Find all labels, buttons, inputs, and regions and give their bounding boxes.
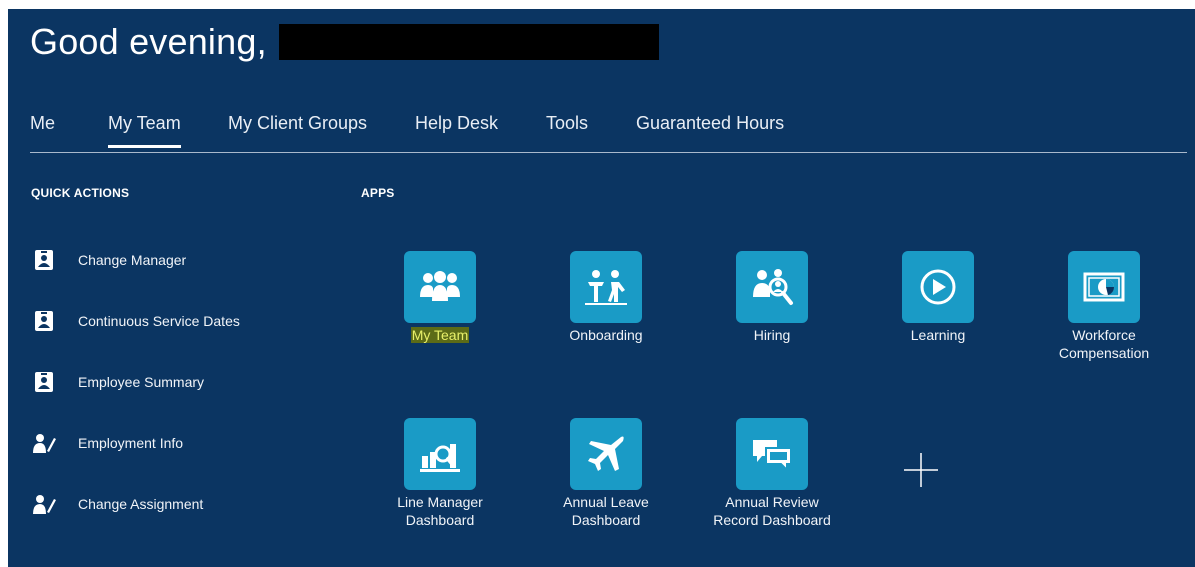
badge-icon: [32, 309, 56, 333]
app-annual-leave-dashboard[interactable]: Annual Leave Dashboard: [521, 418, 691, 529]
person-edit-icon: [32, 492, 56, 516]
app-workforce-compensation[interactable]: Workforce Compensation: [1019, 251, 1189, 362]
quick-action-label: Employee Summary: [78, 374, 205, 390]
app-my-team[interactable]: My Team: [355, 251, 525, 344]
app-label: Onboarding: [569, 327, 643, 343]
play-icon: [902, 251, 974, 323]
app-label-line: Record Dashboard: [713, 512, 831, 528]
compensation-icon: [1068, 251, 1140, 323]
dashboard-icon: [404, 418, 476, 490]
app-label-line: Compensation: [1058, 345, 1150, 361]
tab-me[interactable]: Me: [30, 113, 55, 148]
app-line-manager-dashboard[interactable]: Line Manager Dashboard: [355, 418, 525, 529]
highlighted-label: My Team: [410, 327, 470, 343]
quick-action-change-manager[interactable]: Change Manager: [32, 245, 186, 275]
tab-help-desk[interactable]: Help Desk: [415, 113, 498, 148]
quick-action-continuous-service-dates[interactable]: Continuous Service Dates: [32, 306, 240, 336]
app-learning[interactable]: Learning: [853, 251, 1023, 344]
add-app-button[interactable]: [896, 445, 946, 495]
app-label-line: Annual Leave: [563, 494, 649, 510]
quick-action-change-assignment[interactable]: Change Assignment: [32, 489, 203, 519]
app-label: My Team: [355, 326, 525, 344]
quick-action-employment-info[interactable]: Employment Info: [32, 428, 183, 458]
greeting-text: Good evening,: [30, 21, 267, 62]
tab-guaranteed-hours[interactable]: Guaranteed Hours: [636, 113, 784, 148]
quick-actions-heading: QUICK ACTIONS: [31, 186, 130, 200]
app-label: Line Manager Dashboard: [355, 493, 525, 529]
airplane-icon: [570, 418, 642, 490]
greeting-header: Good evening,: [30, 21, 659, 63]
app-label: Learning: [910, 327, 966, 343]
app-label-line: Annual Review: [725, 494, 819, 510]
quick-action-label: Change Assignment: [78, 496, 204, 512]
app-label: Annual Review Record Dashboard: [687, 493, 857, 529]
chat-icon: [736, 418, 808, 490]
apps-heading: APPS: [361, 186, 395, 200]
team-icon: [404, 251, 476, 323]
tab-my-client-groups[interactable]: My Client Groups: [228, 113, 367, 148]
quick-action-label: Change Manager: [78, 252, 187, 268]
app-label-line: Dashboard: [571, 512, 641, 528]
app-label: Hiring: [753, 327, 791, 343]
onboarding-icon: [570, 251, 642, 323]
redacted-user-name: [278, 24, 659, 60]
plus-icon: [904, 453, 938, 487]
person-edit-icon: [32, 431, 56, 455]
navigation-tabs: Me My Team My Client Groups Help Desk To…: [30, 107, 1187, 153]
app-hiring[interactable]: Hiring: [687, 251, 857, 344]
app-label: Workforce Compensation: [1019, 326, 1189, 362]
quick-action-label: Continuous Service Dates: [78, 313, 240, 329]
hiring-icon: [736, 251, 808, 323]
quick-action-label: Employment Info: [78, 435, 184, 451]
badge-icon: [32, 370, 56, 394]
tab-tools[interactable]: Tools: [546, 113, 588, 148]
app-onboarding[interactable]: Onboarding: [521, 251, 691, 344]
app-label: Annual Leave Dashboard: [521, 493, 691, 529]
quick-action-employee-summary[interactable]: Employee Summary: [32, 367, 204, 397]
app-annual-review-record-dashboard[interactable]: Annual Review Record Dashboard: [687, 418, 857, 529]
app-label-line: Line Manager: [397, 494, 483, 510]
home-page: Good evening, Me My Team My Client Group…: [8, 9, 1195, 567]
tab-my-team[interactable]: My Team: [108, 113, 181, 148]
app-label-line: Dashboard: [405, 512, 475, 528]
badge-icon: [32, 248, 56, 272]
app-label-line: Workforce: [1072, 327, 1136, 343]
